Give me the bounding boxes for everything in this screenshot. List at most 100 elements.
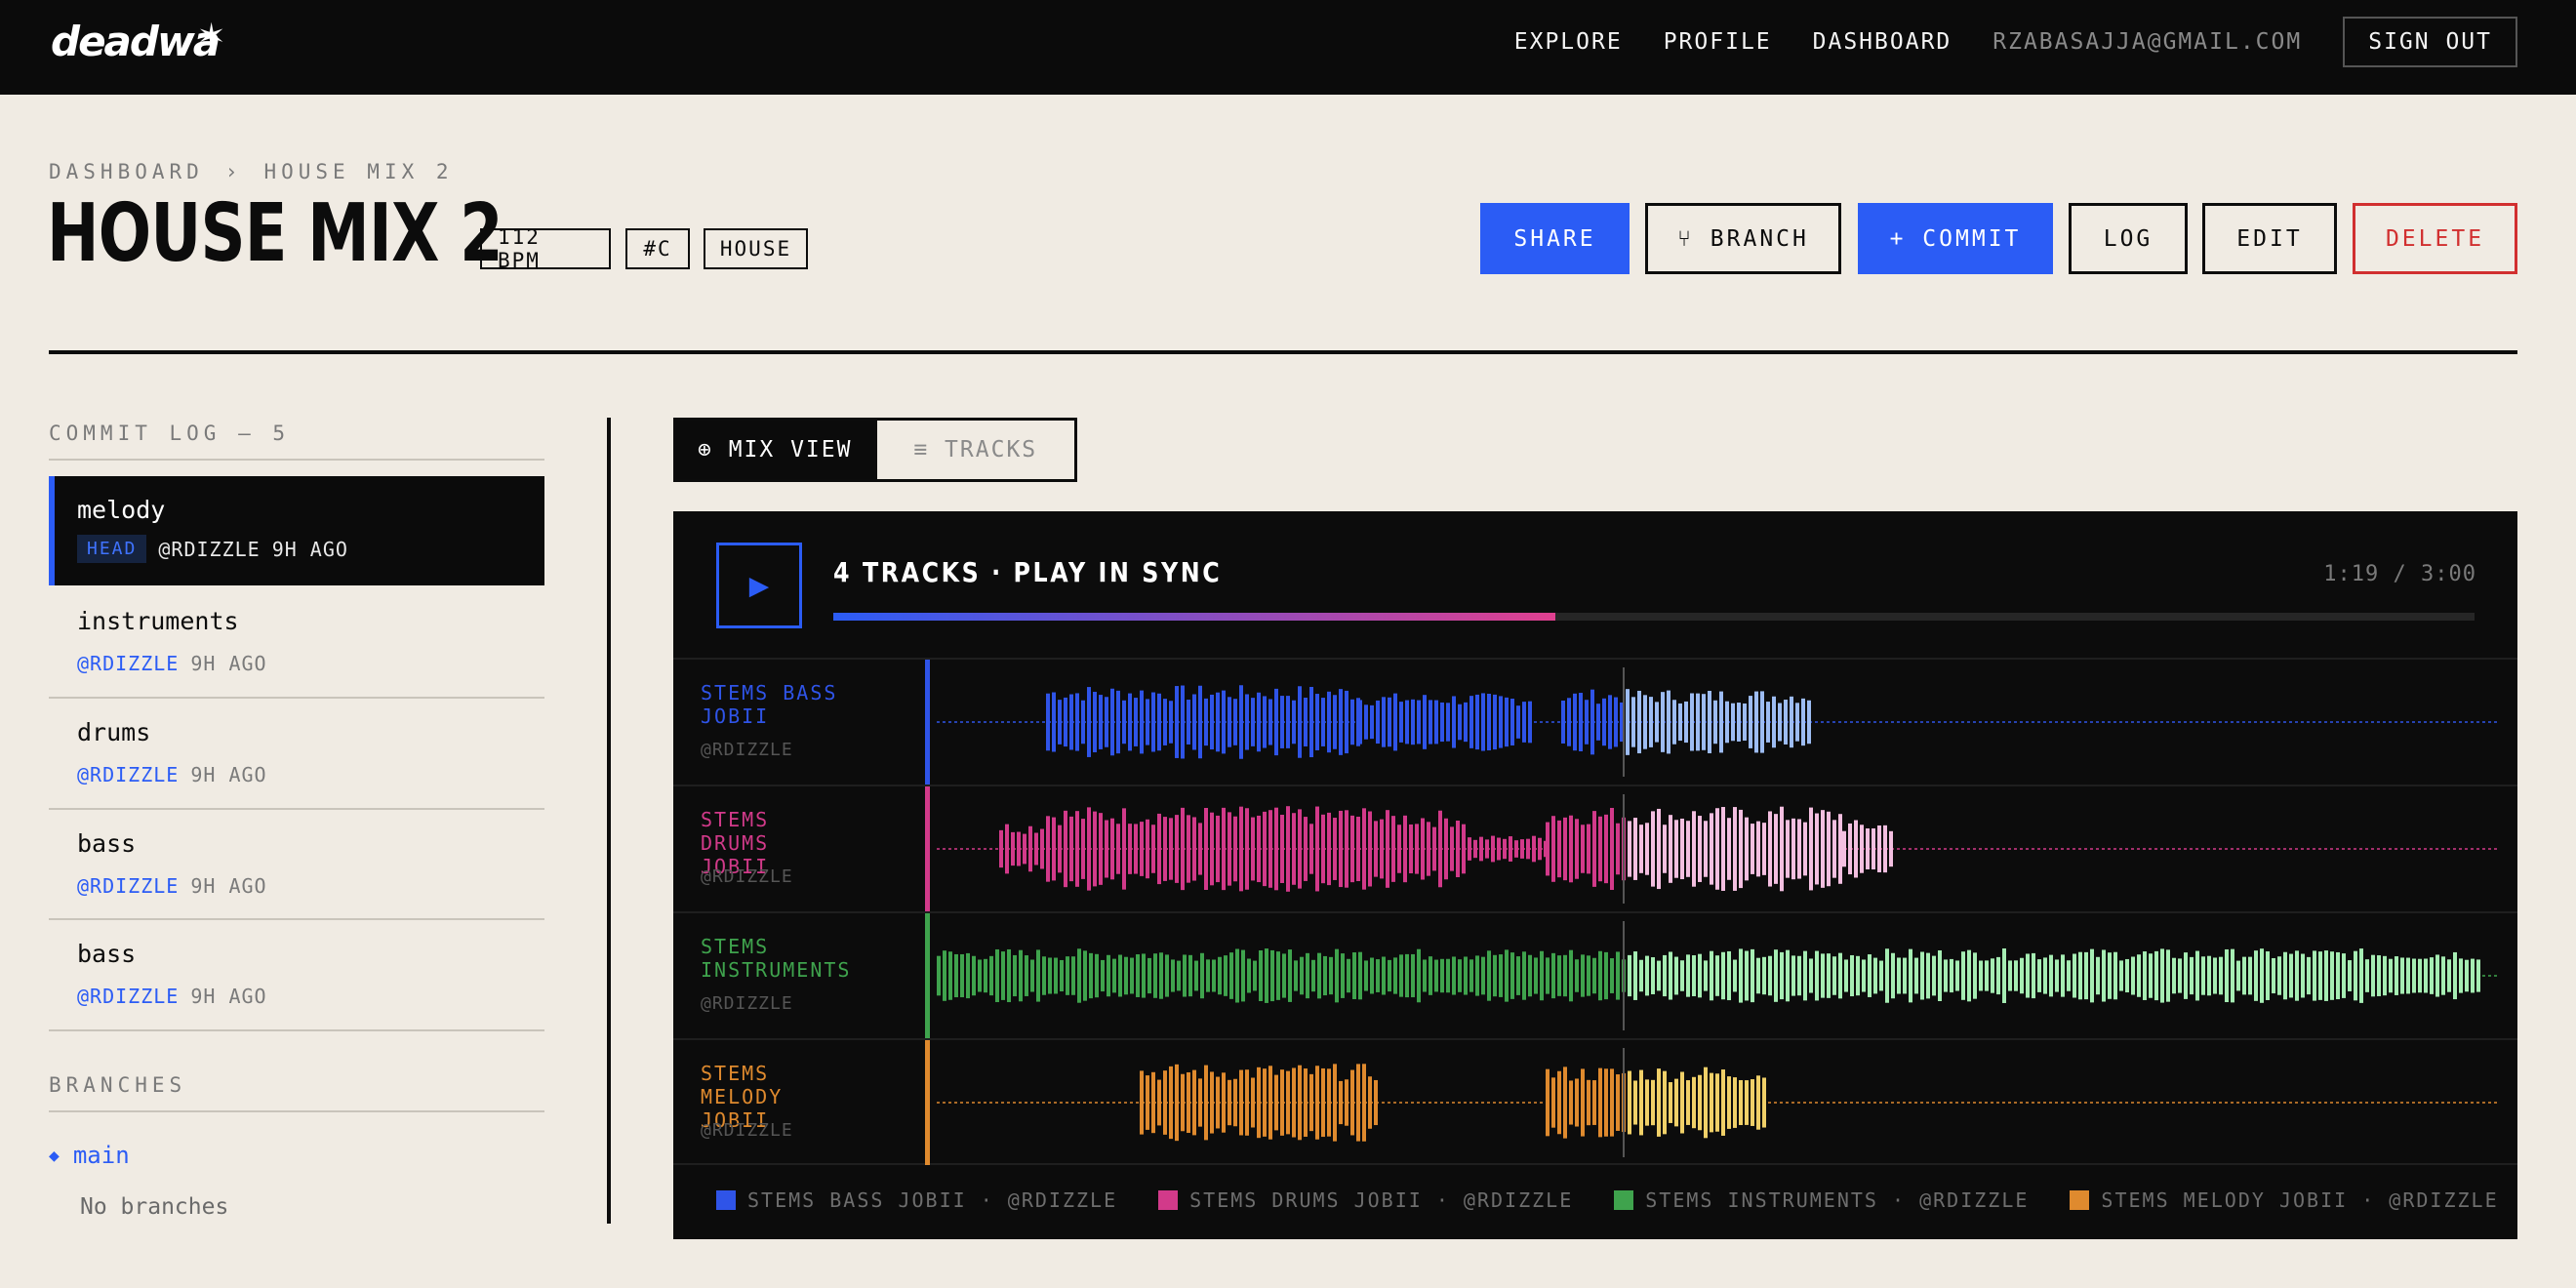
waveform-bar (2283, 951, 2287, 1000)
nav-explore[interactable]: EXPLORE (1514, 29, 1623, 55)
waveform-bar (1233, 699, 1237, 745)
waveform-bar (1645, 823, 1649, 875)
delete-button[interactable]: DELETE (2353, 203, 2517, 274)
waveform-bar (1751, 1079, 1754, 1126)
waveform-bar (1257, 692, 1261, 752)
breadcrumb-dashboard[interactable]: DASHBOARD (49, 160, 204, 183)
waveform-bar (1427, 822, 1430, 876)
waveform-bar (1514, 840, 1518, 858)
waveform-bar (2430, 957, 2434, 994)
waveform-bar (2037, 959, 2041, 992)
waveform-bar (2324, 950, 2328, 1001)
commit-item[interactable]: melody HEAD @RDIZZLE 9H AGO (49, 476, 544, 585)
waveform-bar (1140, 1070, 1144, 1135)
sidebar-divider (607, 418, 611, 1224)
waveform-bar (1827, 811, 1831, 887)
waveform-bar (1052, 692, 1056, 752)
waveform-bar (1581, 954, 1585, 997)
commit-time: 9H AGO (190, 652, 267, 675)
waveform-bar (1013, 954, 1017, 997)
waveform-bar (1708, 690, 1711, 754)
commit-item[interactable]: bass @RDIZZLE 9H AGO (49, 920, 544, 1029)
waveform-bar (1751, 948, 1754, 1003)
waveform[interactable] (937, 786, 2498, 911)
waveform-bar (1838, 952, 1842, 999)
waveform-bar (1397, 825, 1401, 873)
waveform-bar (1163, 699, 1167, 745)
waveform-bar (1309, 1073, 1313, 1132)
waveform-bar (1393, 693, 1397, 751)
waveform-bar (1224, 955, 1228, 996)
waveform-bar (1973, 952, 1977, 999)
track-lane-drums[interactable]: STEMS DRUMS JOBII @RDIZZLE (673, 785, 2517, 911)
waveform-bar (1546, 1068, 1550, 1137)
waveform-bar (1153, 953, 1157, 998)
track-lane-bass[interactable]: STEMS BASS JOBII @RDIZZLE (673, 658, 2517, 785)
commit-button[interactable]: + COMMIT (1858, 203, 2053, 274)
waveform-bar (1727, 950, 1731, 1001)
waveform-bar (1598, 816, 1602, 882)
track-lane-melody[interactable]: STEMS MELODY JOBII @RDIZZLE (673, 1038, 2517, 1165)
waveform-bar (1368, 811, 1372, 887)
commit-item[interactable]: instruments @RDIZZLE 9H AGO (49, 587, 544, 697)
commit-author[interactable]: @RDIZZLE (77, 652, 179, 675)
edit-button[interactable]: EDIT (2202, 203, 2337, 274)
waveform-bar (2154, 950, 2158, 1001)
legend-swatch (2070, 1190, 2090, 1210)
waveform-bar (1766, 702, 1770, 743)
logo[interactable]: deadwa ✶ (51, 14, 246, 72)
waveform-bar (1268, 1066, 1272, 1140)
waveform-bar (1704, 1067, 1708, 1139)
waveform-bar (966, 952, 970, 999)
commit-author[interactable]: @RDIZZLE (77, 763, 179, 786)
waveform-bar (1147, 957, 1151, 994)
track-lane-instruments[interactable]: STEMS INSTRUMENTS @RDIZZLE (673, 911, 2517, 1038)
waveform-bar (972, 955, 976, 996)
waveform-bar (1557, 955, 1561, 996)
play-button[interactable]: ▶ (716, 543, 802, 628)
nav-dashboard[interactable]: DASHBOARD (1813, 29, 1952, 55)
mix-view-tab[interactable]: ⊕ MIX VIEW (676, 421, 874, 479)
waveform-bar (1040, 828, 1044, 869)
log-button[interactable]: LOG (2069, 203, 2188, 274)
sign-out-button[interactable]: SIGN OUT (2343, 17, 2517, 67)
waveform-bar (1628, 954, 1631, 997)
commit-item[interactable]: drums @RDIZZLE 9H AGO (49, 699, 544, 808)
waveform-bar (2441, 956, 2445, 995)
waveform-bar (1046, 816, 1050, 882)
waveform-bar (2277, 956, 2281, 995)
waveform-bar (1298, 686, 1302, 758)
commit-author[interactable]: @RDIZZLE (77, 985, 179, 1008)
waveform-bar (1333, 1064, 1337, 1142)
legend-label: STEMS BASS JOBII · @RDIZZLE (747, 1188, 1118, 1212)
commit-author[interactable]: @RDIZZLE (77, 874, 179, 898)
progress-bar[interactable] (833, 613, 2475, 621)
waveform-bar (1848, 823, 1852, 875)
waveform[interactable] (937, 660, 2498, 785)
share-button[interactable]: SHARE (1480, 203, 1630, 274)
commit-item[interactable]: bass @RDIZZLE 9H AGO (49, 810, 544, 919)
waveform-bar (1569, 815, 1573, 883)
waveform-bar (1944, 959, 1948, 992)
waveform-bar (1872, 827, 1875, 870)
branch-button[interactable]: ⑂ BRANCH (1645, 203, 1841, 274)
waveform-bar (1862, 959, 1866, 992)
waveform-bar (1803, 950, 1807, 1001)
waveform-bar (1821, 810, 1825, 888)
waveform-bar (2412, 958, 2416, 993)
waveform-bar (1797, 955, 1801, 996)
waveform-bar (1692, 811, 1696, 887)
track-color-bar (925, 913, 930, 1038)
waveform[interactable] (937, 913, 2498, 1038)
waveform-bar (1306, 952, 1309, 999)
waveform-bar (1485, 839, 1489, 859)
waveform-bar (1300, 956, 1304, 995)
waveform-bar (1333, 695, 1337, 749)
waveform-bar (1257, 1067, 1261, 1139)
waveform[interactable] (937, 1040, 2498, 1165)
branch-main[interactable]: ◆ main (49, 1142, 130, 1169)
waveform-bar (1633, 951, 1637, 1000)
nav-profile[interactable]: PROFILE (1664, 29, 1772, 55)
tracks-tab[interactable]: ≡ TRACKS (873, 421, 1074, 479)
commit-time: 9H AGO (190, 763, 267, 786)
